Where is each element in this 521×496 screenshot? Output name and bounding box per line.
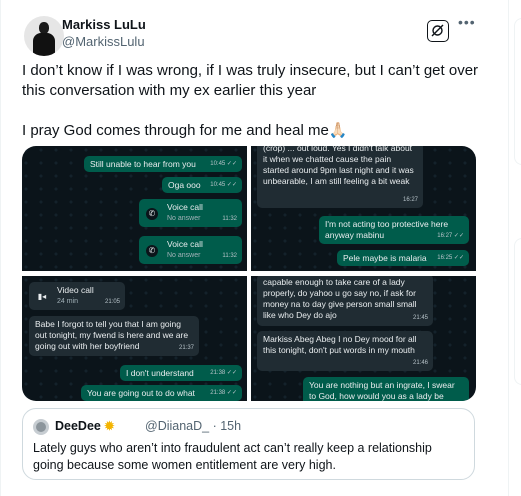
chat-screenshot-4[interactable]: capable enough to take care of a lady pr… <box>251 276 476 401</box>
message-time: 11:32 <box>222 253 237 259</box>
call-status: No answer <box>167 215 201 222</box>
chat-screenshot-3[interactable]: ▮◂ Video call 24 min 21:05 Babe I forgot… <box>22 276 247 401</box>
chat-bubble-out: Pele maybe is malaria 16:25 ✓✓ <box>337 250 469 266</box>
call-title: Voice call <box>167 202 203 212</box>
voice-call-bubble: ✆ Voice call No answer 11:32 <box>139 199 242 227</box>
chat-bubble-out: I'm not acting too protective here anywa… <box>319 216 469 244</box>
chat-bubble-out: Still unable to hear from you 10:45 ✓✓ <box>84 156 242 172</box>
video-camera-icon: ▮◂ <box>37 292 47 301</box>
message-text: capable enough to take care of a lady pr… <box>263 277 417 320</box>
chat-bubble-in: Markiss Abeg Abeg I no Dey mood for all … <box>257 331 433 371</box>
message-time: 21:46 <box>412 360 428 366</box>
message-time: 21:45 <box>412 315 428 321</box>
voice-call-bubble: ✆ Voice call No answer 11:32 <box>139 236 242 264</box>
call-title: Voice call <box>167 239 203 249</box>
chat-bubble-in: Babe I forgot to tell you that I am goin… <box>29 316 199 356</box>
phone-icon: ✆ <box>146 245 158 257</box>
message-time: 10:45 ✓✓ <box>210 161 237 167</box>
call-duration: 24 min <box>57 298 79 305</box>
message-text: Still unable to hear from you <box>90 159 196 169</box>
video-call-bubble: ▮◂ Video call 24 min 21:05 <box>29 282 125 310</box>
message-text: Oga ooo <box>168 180 201 190</box>
message-text: You are going out to do what <box>87 388 195 398</box>
chat-bubble-out: Oga ooo 10:45 ✓✓ <box>162 177 242 193</box>
grok-icon[interactable] <box>427 20 449 42</box>
chat-bubble-out: I don't understand 21:38 ✓✓ <box>120 365 242 381</box>
author-name[interactable]: Markiss LuLu <box>62 17 146 32</box>
author-handle[interactable]: @MarkissLulu <box>62 34 145 49</box>
message-text: Pele maybe is malaria <box>343 253 427 263</box>
quoted-tweet-text: Lately guys who aren’t into fraudulent a… <box>33 441 432 472</box>
message-time: 10:45 ✓✓ <box>210 182 237 188</box>
message-time: 21:38 ✓✓ <box>210 390 237 396</box>
chat-screenshot-1[interactable]: Still unable to hear from you 10:45 ✓✓ O… <box>22 146 247 271</box>
timeline-border-left <box>0 0 1 496</box>
quoted-name-text: DeeDee <box>55 419 101 433</box>
sidebar-edge <box>514 0 521 496</box>
sidebar-card <box>514 238 521 385</box>
message-text: Markiss Abeg Abeg I no Dey mood for all … <box>263 334 417 355</box>
message-time: 16:27 <box>402 197 418 203</box>
message-time: 21:37 <box>178 345 194 351</box>
quoted-tweet[interactable]: DeeDee ✹ @DiianaD_ · 15h Lately guys who… <box>22 408 475 480</box>
chat-bubble-out: You are nothing but an ingrate, I swear … <box>303 377 469 401</box>
quoted-author-name[interactable]: DeeDee ✹ <box>55 419 114 433</box>
chat-bubble-in: capable enough to take care of a lady pr… <box>257 276 433 326</box>
more-icon[interactable]: ••• <box>458 14 476 30</box>
message-time: 16:27 ✓✓ <box>437 233 464 239</box>
message-time: 16:25 ✓✓ <box>437 255 464 261</box>
message-text: Babe I forgot to tell you that I am goin… <box>35 319 189 351</box>
message-text: I'm not acting too protective here anywa… <box>325 219 449 240</box>
chat-bubble-out: You are going out to do what 21:38 ✓✓ <box>81 385 242 401</box>
avatar-figure-body <box>33 33 55 56</box>
quoted-author-handle[interactable]: @DiianaD_ · 15h <box>145 419 241 433</box>
sun-badge-icon: ✹ <box>104 419 115 433</box>
message-time: 21:05 <box>104 299 120 305</box>
message-text: You are nothing but an ingrate, I swear … <box>309 380 455 401</box>
message-text: I don't understand <box>126 368 194 378</box>
avatar[interactable] <box>24 16 64 56</box>
tweet-paragraph-2: I pray God comes through for me and heal… <box>22 122 348 139</box>
chat-bubble-in: (crop) ... out loud. Yes I didn't talk a… <box>257 146 423 208</box>
tweet-media-grid[interactable]: Still unable to hear from you 10:45 ✓✓ O… <box>22 146 476 401</box>
tweet-text: I don’t know if I was wrong, if I was tr… <box>22 61 492 141</box>
tweet-paragraph-1: I don’t know if I was wrong, if I was tr… <box>22 62 479 99</box>
message-time: 11:32 <box>222 216 237 222</box>
call-title: Video call <box>57 285 94 295</box>
quoted-avatar[interactable] <box>33 419 49 435</box>
message-time: 21:38 ✓✓ <box>210 370 237 376</box>
message-text: (crop) ... out loud. Yes I didn't talk a… <box>263 146 414 186</box>
chat-screenshot-2[interactable]: (crop) ... out loud. Yes I didn't talk a… <box>251 146 476 271</box>
sidebar-card <box>514 18 521 165</box>
timeline-border-right <box>508 0 509 496</box>
call-status: No answer <box>167 252 201 259</box>
phone-icon: ✆ <box>146 208 158 220</box>
